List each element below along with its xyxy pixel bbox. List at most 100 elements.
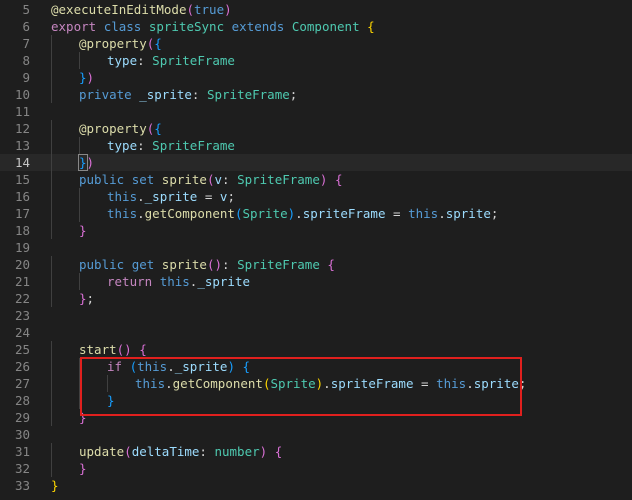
- line-number: 7: [22, 35, 30, 51]
- indent-guide: [51, 442, 52, 460]
- code-token: =: [197, 188, 220, 204]
- code-token: {: [154, 35, 162, 51]
- code-line[interactable]: 27 this.getComponent(Sprite).spriteFrame …: [0, 374, 632, 392]
- code-line[interactable]: 31 update(deltaTime: number) {: [0, 442, 632, 460]
- line-number: 12: [14, 120, 30, 136]
- code-token: spriteSync: [148, 18, 232, 34]
- code-line[interactable]: 17 this.getComponent(Sprite).spriteFrame …: [0, 204, 632, 222]
- code-token: @: [79, 35, 87, 51]
- code-line[interactable]: 15 public set sprite(v: SpriteFrame) {: [0, 170, 632, 188]
- code-line[interactable]: 14}): [0, 153, 632, 171]
- code-line[interactable]: 29}: [0, 408, 632, 426]
- code-text: type: SpriteFrame: [107, 137, 235, 154]
- line-number: 8: [22, 52, 30, 68]
- code-token: (: [186, 1, 194, 17]
- line-number: 18: [14, 222, 30, 238]
- code-text: @property({: [79, 120, 162, 137]
- code-text: start() {: [79, 341, 147, 358]
- code-token: .: [137, 205, 145, 221]
- indent-guide: [79, 357, 80, 375]
- code-line[interactable]: 20 public get sprite(): SpriteFrame {: [0, 255, 632, 273]
- code-token: this: [137, 358, 168, 374]
- code-line[interactable]: 24: [0, 324, 632, 341]
- code-token: {: [334, 171, 343, 187]
- code-line[interactable]: 23: [0, 307, 632, 324]
- code-token: ): [86, 69, 95, 85]
- code-text: this.getComponent(Sprite).spriteFrame = …: [107, 205, 498, 222]
- code-text: }): [78, 153, 94, 171]
- code-token: extends: [231, 18, 292, 34]
- code-token: ): [319, 171, 335, 187]
- code-token: this: [159, 273, 190, 289]
- code-token: }: [78, 153, 88, 171]
- code-token: }: [79, 222, 87, 238]
- code-line[interactable]: 12 @property({: [0, 119, 632, 137]
- code-line[interactable]: 32}: [0, 459, 632, 477]
- code-editor[interactable]: 5 @executeInEditMode(true) 6 export class s…: [0, 0, 632, 500]
- indent-guide: [51, 408, 52, 426]
- code-token: (: [129, 358, 138, 374]
- code-line[interactable]: 33}: [0, 477, 632, 494]
- code-token: }: [79, 69, 87, 85]
- code-line[interactable]: 13 type: SpriteFrame: [0, 136, 632, 154]
- line-number: 5: [22, 1, 30, 17]
- code-token: export: [51, 18, 104, 34]
- indent-guide: [51, 272, 52, 290]
- code-line[interactable]: 5 @executeInEditMode(true): [0, 1, 632, 18]
- code-line[interactable]: 21 return this._sprite: [0, 272, 632, 290]
- code-line[interactable]: 11: [0, 103, 632, 120]
- code-text: this.getComponent(Sprite).spriteFrame = …: [135, 375, 526, 392]
- code-text: }: [79, 409, 87, 426]
- code-text: }: [51, 477, 59, 494]
- line-number: 33: [14, 477, 30, 493]
- code-line[interactable]: 28}: [0, 391, 632, 409]
- code-line[interactable]: 7 @property({: [0, 34, 632, 52]
- code-line[interactable]: 16 this._sprite = v;: [0, 187, 632, 205]
- code-token: property: [86, 35, 147, 51]
- line-number: 16: [14, 188, 30, 204]
- code-token: number: [214, 443, 260, 459]
- code-token: public: [79, 171, 132, 187]
- code-token: return: [107, 273, 160, 289]
- code-token: (: [124, 443, 132, 459]
- code-line[interactable]: 25 start() {: [0, 340, 632, 358]
- line-number: 20: [14, 256, 30, 272]
- indent-guide: [51, 204, 52, 222]
- code-token: :: [199, 443, 215, 459]
- code-text: @property({: [79, 35, 162, 52]
- code-token: property: [86, 120, 147, 136]
- code-line[interactable]: 6 export class spriteSync extends Compone…: [0, 18, 632, 35]
- code-token: =: [413, 375, 437, 391]
- code-token: {: [274, 443, 283, 459]
- code-line[interactable]: 10 private _sprite: SpriteFrame;: [0, 85, 632, 103]
- code-text: return this._sprite: [107, 273, 250, 290]
- code-line[interactable]: 9}): [0, 68, 632, 86]
- code-token: public: [79, 256, 132, 272]
- code-token: Sprite: [270, 375, 316, 391]
- indent-guide: [79, 391, 80, 409]
- code-line[interactable]: 8 type: SpriteFrame: [0, 51, 632, 69]
- code-token: SpriteFrame: [206, 86, 290, 102]
- code-token: {: [242, 358, 251, 374]
- code-text: public get sprite(): SpriteFrame {: [79, 256, 335, 273]
- line-number: 10: [14, 86, 30, 102]
- line-number: 28: [14, 392, 30, 408]
- line-number: 22: [14, 290, 30, 306]
- code-token: get: [131, 256, 162, 272]
- line-number: 26: [14, 358, 30, 374]
- code-line[interactable]: 18}: [0, 221, 632, 239]
- code-line[interactable]: 22};: [0, 289, 632, 307]
- indent-guide: [107, 374, 108, 392]
- code-line[interactable]: 26 if (this._sprite) {: [0, 357, 632, 375]
- code-token: type: [107, 137, 138, 153]
- code-token: ): [227, 358, 235, 374]
- code-line[interactable]: 19: [0, 239, 632, 256]
- indent-guide: [51, 153, 52, 171]
- code-token: private: [79, 86, 140, 102]
- code-token: if: [107, 358, 130, 374]
- code-text: update(deltaTime: number) {: [79, 443, 282, 460]
- code-line[interactable]: 30: [0, 426, 632, 443]
- code-token: _sprite: [139, 86, 192, 102]
- code-token: type: [107, 52, 138, 68]
- code-token: :: [222, 171, 238, 187]
